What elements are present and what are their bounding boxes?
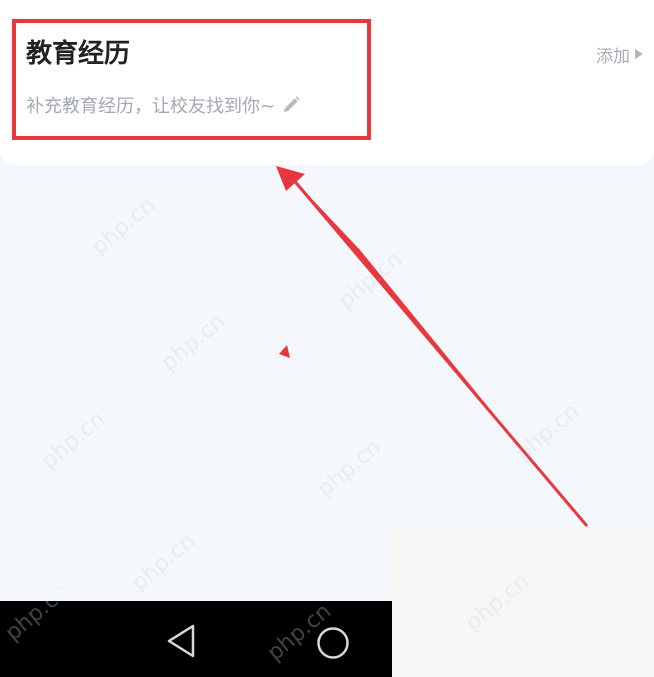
watermark: php.cn [36, 406, 111, 475]
highlight-box [12, 19, 371, 140]
add-label: 添加 [596, 46, 630, 67]
watermark: php.cn [156, 308, 231, 377]
watermark: php.cn [86, 192, 161, 261]
circle-home-icon[interactable] [316, 626, 350, 660]
triangle-back-icon[interactable] [166, 624, 198, 658]
watermark: php.cn [510, 398, 585, 467]
background-panel [392, 528, 654, 677]
play-triangle-icon [635, 49, 643, 59]
screen: 教育经历 补充教育经历，让校友找到你~ 添加 php.cn php.cn php… [0, 0, 654, 677]
add-education-button[interactable]: 添加 [596, 40, 644, 68]
watermark: php.cn [126, 528, 201, 597]
watermark: php.cn [312, 434, 387, 503]
watermark: php.cn [333, 246, 408, 315]
